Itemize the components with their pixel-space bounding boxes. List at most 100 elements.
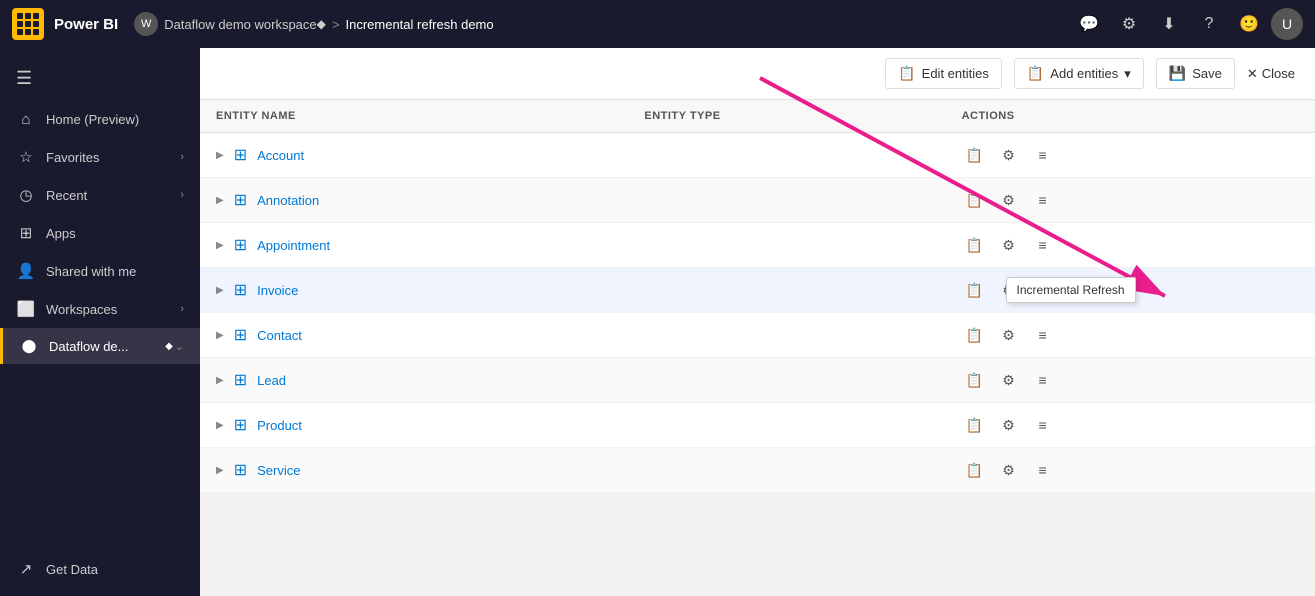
add-entities-icon: 📋 (1027, 65, 1044, 82)
edit-query-button-annotation[interactable]: 📋 (962, 187, 988, 213)
actions-cell-annotation: 📋 ⚙ ≡ (946, 178, 1315, 223)
expand-arrow-icon[interactable]: ▶ (216, 240, 224, 251)
entity-name-lead[interactable]: Lead (257, 373, 286, 388)
actions-cell-account: 📋 ⚙ ≡ (946, 133, 1315, 178)
entity-name-contact[interactable]: Contact (257, 328, 302, 343)
edit-query-button-appointment[interactable]: 📋 (962, 232, 988, 258)
entity-name-invoice[interactable]: Invoice (257, 283, 298, 298)
settings-button-service[interactable]: ⚙ (996, 457, 1022, 483)
incremental-refresh-button-account[interactable]: ≡ (1030, 142, 1056, 168)
sidebar-item-favorites[interactable]: ☆ Favorites › (0, 138, 200, 176)
diamond-icon: ◆ (317, 17, 326, 31)
edit-query-button-invoice[interactable]: 📋 (962, 277, 988, 303)
edit-entities-button[interactable]: 📋 Edit entities (885, 58, 1002, 89)
incremental-refresh-button-appointment[interactable]: ≡ (1030, 232, 1056, 258)
settings-icon-button[interactable]: ⚙ (1111, 6, 1147, 42)
table-icon: ⊞ (234, 145, 247, 165)
action-bar: 📋 Edit entities 📋 Add entities ▾ 💾 Save … (200, 48, 1315, 100)
expand-arrow-icon[interactable]: ▶ (216, 285, 224, 296)
user-avatar[interactable]: U (1271, 8, 1303, 40)
sidebar-label-dataflow: Dataflow de... (49, 339, 165, 354)
sidebar-item-recent[interactable]: ◷ Recent › (0, 176, 200, 214)
settings-button-contact[interactable]: ⚙ (996, 322, 1022, 348)
expand-arrow-icon[interactable]: ▶ (216, 330, 224, 341)
table-row: ▶ ⊞ Lead 📋 ⚙ ≡ (200, 358, 1315, 403)
sidebar-label-getdata: Get Data (46, 562, 184, 577)
incremental-refresh-button-product[interactable]: ≡ (1030, 412, 1056, 438)
sidebar-item-workspaces[interactable]: ⬜ Workspaces › (0, 290, 200, 328)
entity-type-product (628, 403, 945, 448)
save-button[interactable]: 💾 Save (1156, 58, 1235, 89)
actions-cell-appointment: 📋 ⚙ ≡ (946, 223, 1315, 268)
sidebar-item-dataflow[interactable]: ⬤ Dataflow de... ◆ ⌄ (0, 328, 200, 364)
table-icon: ⊞ (234, 370, 247, 390)
settings-button-annotation[interactable]: ⚙ (996, 187, 1022, 213)
incremental-refresh-button-contact[interactable]: ≡ (1030, 322, 1056, 348)
entity-name-account[interactable]: Account (257, 148, 304, 163)
col-actions: ACTIONS (946, 100, 1315, 133)
sidebar: ☰ ⌂ Home (Preview) ☆ Favorites › ◷ Recen… (0, 48, 200, 596)
hamburger-button[interactable]: ☰ (0, 60, 200, 97)
entity-cell-contact: ▶ ⊞ Contact (200, 313, 628, 357)
table-header: ENTITY NAME ENTITY TYPE ACTIONS (200, 100, 1315, 133)
entity-name-appointment[interactable]: Appointment (257, 238, 330, 253)
edit-query-button-lead[interactable]: 📋 (962, 367, 988, 393)
expand-arrow-icon[interactable]: ▶ (216, 420, 224, 431)
edit-query-button-account[interactable]: 📋 (962, 142, 988, 168)
settings-button-appointment[interactable]: ⚙ (996, 232, 1022, 258)
settings-button-account[interactable]: ⚙ (996, 142, 1022, 168)
entity-type-invoice (628, 268, 945, 313)
feedback-icon-button[interactable]: 🙂 (1231, 6, 1267, 42)
help-icon-button[interactable]: ? (1191, 6, 1227, 42)
col-entity-type: ENTITY TYPE (628, 100, 945, 133)
table-row: ▶ ⊞ Product 📋 ⚙ ≡ (200, 403, 1315, 448)
edit-query-button-contact[interactable]: 📋 (962, 322, 988, 348)
actions-cell-product: 📋 ⚙ ≡ (946, 403, 1315, 448)
expand-arrow-icon[interactable]: ▶ (216, 465, 224, 476)
table-icon: ⊞ (234, 325, 247, 345)
breadcrumb-separator: > (332, 17, 340, 32)
close-button[interactable]: ✕ Close (1247, 66, 1295, 82)
entity-name-annotation[interactable]: Annotation (257, 193, 319, 208)
sidebar-label-home: Home (Preview) (46, 112, 184, 127)
sidebar-item-shared[interactable]: 👤 Shared with me (0, 252, 200, 290)
home-icon: ⌂ (16, 111, 36, 128)
expand-arrow-icon[interactable]: ▶ (216, 195, 224, 206)
chevron-right-icon: › (180, 303, 184, 315)
dataflow-workspace-avatar: ⬤ (19, 338, 39, 354)
sidebar-item-apps[interactable]: ⊞ Apps (0, 214, 200, 252)
breadcrumb-workspace[interactable]: Dataflow demo workspace (164, 17, 316, 32)
edit-query-button-product[interactable]: 📋 (962, 412, 988, 438)
topbar-icons: 💬 ⚙ ⬇ ? 🙂 U (1071, 6, 1303, 42)
edit-query-button-service[interactable]: 📋 (962, 457, 988, 483)
entity-cell-product: ▶ ⊞ Product (200, 403, 628, 447)
expand-arrow-icon[interactable]: ▶ (216, 375, 224, 386)
incremental-refresh-button-annotation[interactable]: ≡ (1030, 187, 1056, 213)
entity-name-product[interactable]: Product (257, 418, 302, 433)
table-row: ▶ ⊞ Service 📋 ⚙ ≡ (200, 448, 1315, 493)
incremental-refresh-button-service[interactable]: ≡ (1030, 457, 1056, 483)
edit-entities-icon: 📋 (898, 65, 915, 82)
close-label: Close (1262, 66, 1295, 81)
entity-cell-lead: ▶ ⊞ Lead (200, 358, 628, 402)
add-entities-button[interactable]: 📋 Add entities ▾ (1014, 58, 1144, 89)
settings-button-product[interactable]: ⚙ (996, 412, 1022, 438)
settings-button-lead[interactable]: ⚙ (996, 367, 1022, 393)
table-icon: ⊞ (234, 460, 247, 480)
sidebar-item-home[interactable]: ⌂ Home (Preview) (0, 101, 200, 138)
download-icon-button[interactable]: ⬇ (1151, 6, 1187, 42)
breadcrumb: W Dataflow demo workspace ◆ > Incrementa… (134, 12, 1071, 36)
app-launcher-button[interactable] (12, 8, 44, 40)
incremental-refresh-button-lead[interactable]: ≡ (1030, 367, 1056, 393)
sidebar-item-getdata[interactable]: ↗ Get Data (0, 550, 200, 588)
edit-entities-label: Edit entities (922, 66, 989, 81)
sidebar-bottom: ↗ Get Data (0, 550, 200, 596)
main-wrapper: 📋 Edit entities 📋 Add entities ▾ 💾 Save … (200, 48, 1315, 596)
table-icon: ⊞ (234, 280, 247, 300)
entity-name-service[interactable]: Service (257, 463, 300, 478)
expand-arrow-icon[interactable]: ▶ (216, 150, 224, 161)
chat-icon-button[interactable]: 💬 (1071, 6, 1107, 42)
sidebar-label-workspaces: Workspaces (46, 302, 180, 317)
sidebar-label-apps: Apps (46, 226, 184, 241)
table-row: ▶ ⊞ Appointment 📋 ⚙ ≡ (200, 223, 1315, 268)
